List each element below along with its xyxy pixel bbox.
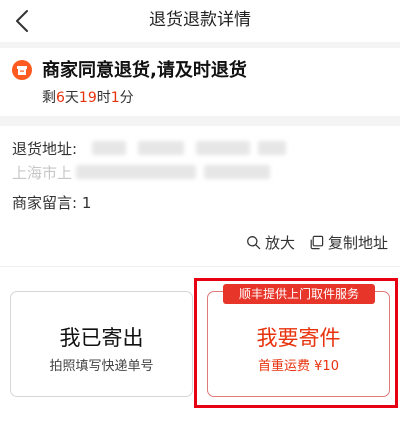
zoom-label: 放大 xyxy=(264,233,295,252)
copy-icon xyxy=(310,235,324,249)
address-card: 退货地址: 上海市上 商家留言: 1 放大 复制地址 xyxy=(0,126,400,266)
return-address-label: 退货地址: xyxy=(12,140,78,158)
already-shipped-title: 我已寄出 xyxy=(59,326,144,350)
send-package-title: 我要寄件 xyxy=(256,326,341,350)
countdown-minutes-unit: 分 xyxy=(119,90,134,106)
address-actions: 放大 复制地址 xyxy=(232,231,388,253)
countdown-hours: 19 xyxy=(78,90,97,106)
countdown-days-unit: 天 xyxy=(64,90,79,106)
status-card: 商家同意退货,请及时退货 剩6天19时1分 xyxy=(0,48,400,116)
countdown-hours-unit: 时 xyxy=(96,90,111,106)
return-box-icon xyxy=(12,60,32,80)
redacted-text xyxy=(92,141,126,155)
countdown-minutes: 1 xyxy=(110,90,120,106)
redacted-text xyxy=(76,165,196,179)
zoom-button[interactable]: 放大 xyxy=(246,232,295,253)
countdown-prefix: 剩 xyxy=(42,90,56,106)
redacted-text xyxy=(196,141,250,155)
redacted-text xyxy=(258,141,286,155)
already-shipped-subtitle: 拍照填写快递单号 xyxy=(49,359,154,374)
page-title: 退货退款详情 xyxy=(149,10,251,30)
redacted-text xyxy=(138,141,184,155)
return-address-line: 上海市上 xyxy=(12,164,73,182)
countdown: 剩6天19时1分 xyxy=(42,87,134,107)
copy-address-label: 复制地址 xyxy=(327,233,388,252)
send-package-card[interactable]: 我要寄件 首重运费 ¥10 xyxy=(207,291,390,397)
nav-bar: 退货退款详情 xyxy=(0,0,400,42)
already-shipped-card[interactable]: 我已寄出 拍照填写快递单号 xyxy=(10,291,193,397)
section-gap xyxy=(0,116,400,126)
search-icon xyxy=(247,235,261,249)
send-package-subtitle: 首重运费 ¥10 xyxy=(258,359,339,374)
seller-message-value: 1 xyxy=(81,194,92,212)
seller-message-label: 商家留言: xyxy=(12,194,78,212)
divider xyxy=(0,266,400,267)
seller-message: 商家留言: 1 xyxy=(12,192,91,213)
copy-address-button[interactable]: 复制地址 xyxy=(309,232,388,253)
redacted-text xyxy=(204,165,270,179)
status-title: 商家同意退货,请及时退货 xyxy=(42,60,247,81)
pickup-service-badge: 顺丰提供上门取件服务 xyxy=(223,284,375,304)
countdown-days: 6 xyxy=(56,90,65,106)
